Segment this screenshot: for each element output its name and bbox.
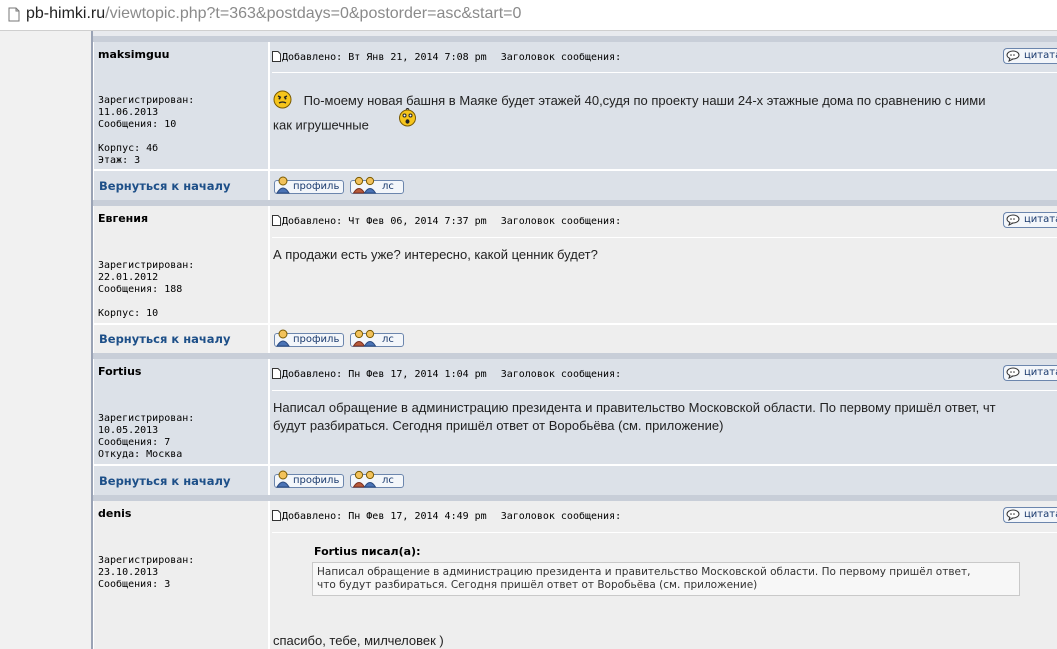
post-subject-label: Заголовок сообщения: — [500, 511, 622, 522]
post-author-cell: maksimguu Зарегистрирован: 11.06.2013 Со… — [94, 42, 270, 169]
post-footer-right: профиль лс — [270, 325, 1057, 353]
author-name[interactable]: Евгения — [98, 212, 148, 225]
pm-label: лс — [382, 334, 394, 345]
author-details: Зарегистрирован: 11.06.2013 Сообщения: 1… — [98, 95, 195, 166]
author-details: Зарегистрирован: 23.10.2013 Сообщения: 3 — [98, 555, 195, 590]
author-name[interactable]: maksimguu — [98, 48, 170, 61]
user-icon — [276, 329, 290, 347]
speech-bubble-icon — [1006, 367, 1020, 379]
quote-text-line: что будут разбираться. Сегодня пришёл от… — [317, 579, 758, 591]
profile-label: профиль — [293, 334, 340, 345]
post-doc-icon[interactable] — [272, 51, 281, 62]
post-header: Добавлено: Пн Фев 17, 2014 4:49 pm Заголо… — [272, 510, 621, 524]
surprised-smiley-icon — [398, 107, 417, 132]
post-text-line: как игрушечные — [273, 117, 369, 133]
address-bar[interactable]: pb-himki.ru/viewtopic.php?t=363&postdays… — [0, 0, 1057, 31]
quote-label: цитата — [1024, 509, 1057, 520]
user-icon — [276, 470, 290, 488]
users-icon — [352, 470, 377, 488]
post-footer-right: профиль лс — [270, 171, 1057, 200]
post-header: Добавлено: Вт Янв 21, 2014 7:08 pm Заголо… — [272, 51, 621, 65]
post-body: По-моему новая башня в Маяке будет этаже… — [273, 90, 1051, 138]
quote-block: Написал обращение в администрацию презид… — [312, 562, 1020, 596]
url-host: pb-himki.ru — [26, 5, 106, 22]
users-icon — [352, 329, 377, 347]
quote-label: цитата — [1024, 214, 1057, 225]
pm-button[interactable]: лс — [350, 176, 404, 194]
speech-bubble-icon — [1006, 509, 1020, 521]
post-footer-left: Вернуться к началу — [94, 171, 270, 200]
header-divider — [272, 237, 1057, 238]
post-subject-label: Заголовок сообщения: — [500, 216, 622, 227]
url-path: /viewtopic.php?t=363&postdays=0&postorde… — [105, 5, 522, 22]
quote-button[interactable]: цитата — [1003, 365, 1057, 381]
url-text[interactable]: pb-himki.ru/viewtopic.php?t=363&postdays… — [26, 5, 521, 23]
post-content-cell: Добавлено: Чт Фев 06, 2014 7:37 pm Заголо… — [270, 206, 1057, 323]
speech-bubble-icon — [1006, 214, 1020, 226]
speech-bubble-icon — [1006, 50, 1020, 62]
post-date: Добавлено: Чт Фев 06, 2014 7:37 pm — [282, 216, 487, 227]
post-author-cell: Евгения Зарегистрирован: 22.01.2012 Сооб… — [94, 206, 270, 323]
post-author-cell: Fortius Зарегистрирован: 10.05.2013 Сооб… — [94, 359, 270, 464]
post-header: Добавлено: Чт Фев 06, 2014 7:37 pm Заголо… — [272, 215, 621, 229]
back-to-top-link[interactable]: Вернуться к началу — [99, 474, 230, 488]
back-to-top-link[interactable]: Вернуться к началу — [99, 179, 230, 193]
header-divider — [272, 72, 1057, 73]
author-details: Зарегистрирован: 22.01.2012 Сообщения: 1… — [98, 260, 195, 319]
pm-label: лс — [382, 475, 394, 486]
user-icon — [276, 176, 290, 194]
post-content-cell: Добавлено: Вт Янв 21, 2014 7:08 pm Заголо… — [270, 42, 1057, 169]
post-text-line: По-моему новая башня в Маяке будет этаже… — [303, 93, 986, 109]
author-name[interactable]: Fortius — [98, 365, 141, 378]
quote-text-line: Написал обращение в администрацию презид… — [317, 566, 971, 578]
users-icon — [352, 176, 377, 194]
header-divider — [272, 532, 1057, 533]
post-doc-icon[interactable] — [272, 368, 281, 379]
back-to-top-link[interactable]: Вернуться к началу — [99, 332, 230, 346]
post-subject-label: Заголовок сообщения: — [500, 52, 622, 63]
quote-author: Fortius писал(а): — [314, 545, 421, 558]
quote-button[interactable]: цитата — [1003, 212, 1057, 228]
profile-button[interactable]: профиль — [274, 470, 344, 488]
header-divider — [272, 390, 1057, 391]
author-name[interactable]: denis — [98, 507, 131, 520]
post-body: Написал обращение в администрацию презид… — [273, 399, 1051, 435]
quote-label: цитата — [1024, 50, 1057, 61]
post-body: А продажи есть уже? интересно, какой цен… — [273, 247, 598, 262]
pm-label: лс — [382, 181, 394, 192]
post-footer-right: профиль лс — [270, 466, 1057, 495]
page-left-margin — [0, 31, 93, 649]
quote-label: цитата — [1024, 367, 1057, 378]
post-footer-left: Вернуться к началу — [94, 325, 270, 353]
post-body: спасибо, тебе, милчеловек ) — [273, 633, 444, 648]
pm-button[interactable]: лс — [350, 329, 404, 347]
profile-label: профиль — [293, 475, 340, 486]
post-date: Добавлено: Пн Фев 17, 2014 4:49 pm — [282, 511, 487, 522]
profile-label: профиль — [293, 181, 340, 192]
post-text-line: будут разбираться. Сегодня пришёл ответ … — [273, 418, 724, 433]
post-subject-label: Заголовок сообщения: — [500, 369, 622, 380]
post-date: Добавлено: Пн Фев 17, 2014 1:04 pm — [282, 369, 487, 380]
page-icon — [8, 7, 20, 22]
post-header: Добавлено: Пн Фев 17, 2014 1:04 pm Заголо… — [272, 368, 621, 382]
post-doc-icon[interactable] — [272, 215, 281, 226]
quote-button[interactable]: цитата — [1003, 507, 1057, 523]
post-doc-icon[interactable] — [272, 510, 281, 521]
quote-button[interactable]: цитата — [1003, 48, 1057, 64]
annoyed-smiley-icon — [273, 90, 292, 114]
post-footer-left: Вернуться к началу — [94, 466, 270, 495]
post-content-cell: Добавлено: Пн Фев 17, 2014 1:04 pm Заголо… — [270, 359, 1057, 464]
pm-button[interactable]: лс — [350, 470, 404, 488]
post-text-line: Написал обращение в администрацию презид… — [273, 400, 996, 415]
author-details: Зарегистрирован: 10.05.2013 Сообщения: 7… — [98, 413, 195, 460]
post-author-cell: denis Зарегистрирован: 23.10.2013 Сообще… — [94, 501, 270, 649]
profile-button[interactable]: профиль — [274, 329, 344, 347]
post-date: Добавлено: Вт Янв 21, 2014 7:08 pm — [282, 52, 487, 63]
profile-button[interactable]: профиль — [274, 176, 344, 194]
post-content-cell: Добавлено: Пн Фев 17, 2014 4:49 pm Заголо… — [270, 501, 1057, 649]
forum-topic-table: maksimguu Зарегистрирован: 11.06.2013 Со… — [93, 31, 1057, 649]
